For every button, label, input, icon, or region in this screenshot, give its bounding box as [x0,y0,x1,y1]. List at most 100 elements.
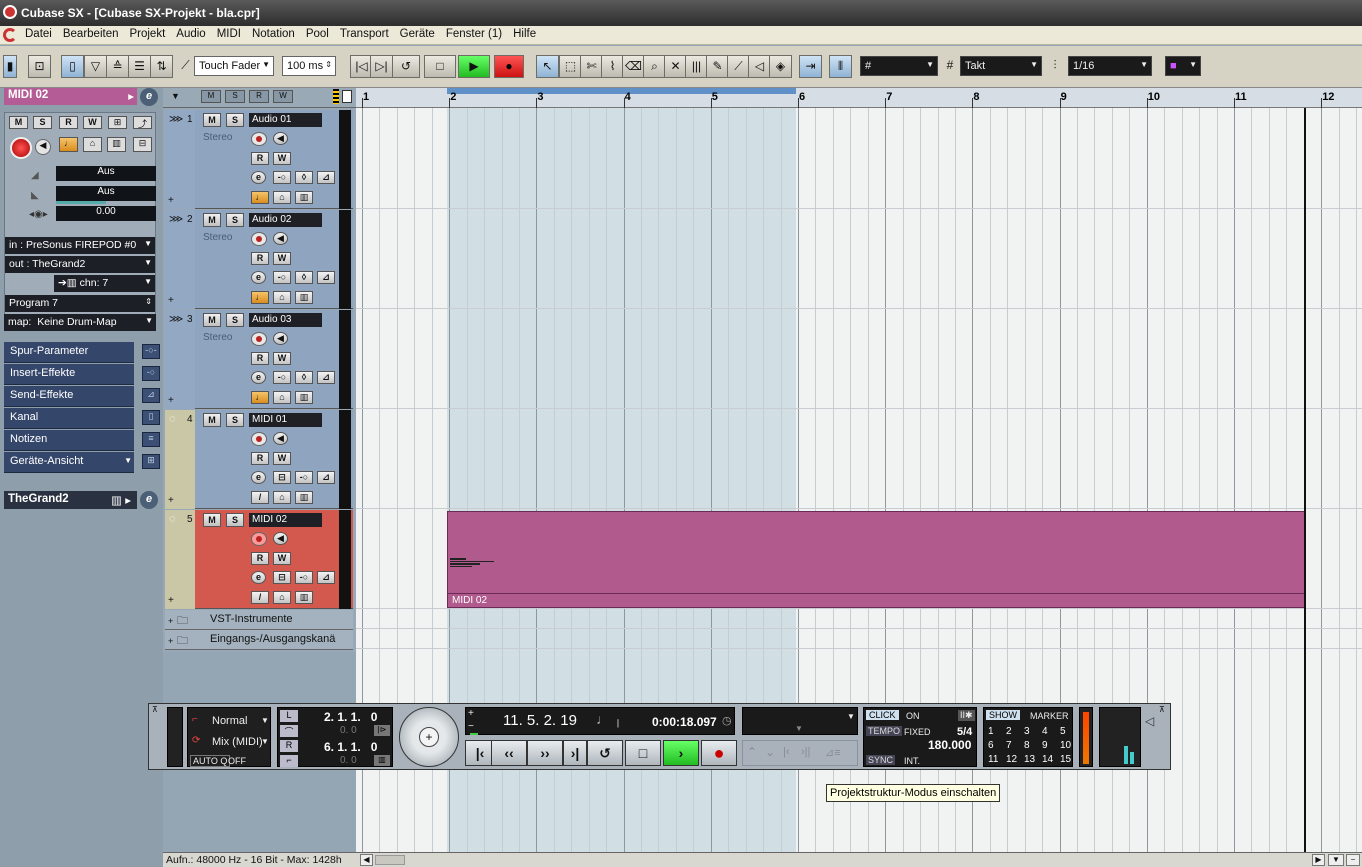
global-write-icon[interactable]: W [273,90,293,103]
prev-marker-icon[interactable]: |‹ [783,746,790,758]
send-icon[interactable]: ⊿ [317,371,335,384]
mute-tool-icon[interactable]: ✕ [664,55,687,78]
marker-locate-button[interactable]: 9 [1042,740,1048,751]
monitor-icon[interactable]: ◀ [273,132,288,145]
snap-mode-select[interactable]: # ▼ [860,56,938,76]
read-button[interactable]: R [251,552,269,565]
drum-stick-icon[interactable]: / [251,491,269,504]
scroll-right-icon[interactable]: ▶ [1312,854,1325,866]
track-audio-02[interactable]: ⋙ 2 M S Audio 02 Stereo ◀ R W e -○ ◊ ⊿ ♩… [165,210,353,309]
inspector-solo-button[interactable]: S [33,116,52,129]
tracklist-menu-icon[interactable]: ▼ [171,91,180,101]
goto-end-button[interactable]: ▷| [370,55,393,78]
section-send-effekte[interactable]: Send-Effekte ⊿ [4,386,160,407]
lock-icon[interactable]: ⌂ [273,591,291,604]
edit-icon[interactable]: e [251,371,266,384]
tempo-button[interactable]: TEMPO [866,726,903,736]
minus-icon[interactable]: − [468,721,474,732]
instrument-edit-icon[interactable]: e [140,491,158,509]
edit-icon[interactable]: e [251,271,266,284]
timebase-icon[interactable]: ♩ [251,391,269,404]
zoom-tool-icon[interactable]: ⌕ [643,55,666,78]
monitor-icon[interactable]: ◀ [273,532,288,545]
plus-icon[interactable]: + [468,708,474,719]
inspector-lanes-icon[interactable]: ⤴ [133,116,152,129]
transport-menu-icon[interactable]: ⊼ [152,705,158,714]
section-geraete-ansicht[interactable]: Geräte-Ansicht ▼ ⊞ [4,452,160,473]
mute-button[interactable]: M [203,113,221,127]
transpose-icon[interactable]: ⊟ [273,471,291,484]
section-spur-parameter[interactable]: Spur-Parameter -○- [4,342,160,363]
eq-icon[interactable]: ◊ [295,271,313,284]
mute-button[interactable]: M [203,513,221,527]
send-icon[interactable]: ⊿ [317,471,335,484]
pan-control[interactable]: 0.00 [56,206,156,221]
mute-button[interactable]: M [203,413,221,427]
transpose-icon[interactable]: ⊟ [273,571,291,584]
write-button[interactable]: W [273,452,291,465]
send-icon[interactable]: ⊿ [317,571,335,584]
record-mode-select[interactable]: Normal [212,715,247,727]
track-name[interactable]: MIDI 01 [249,413,322,427]
solo-button[interactable]: S [226,513,244,527]
punch-out-button[interactable]: ▥ [374,755,390,766]
expand-icon[interactable]: + [168,595,174,606]
eq-icon[interactable]: ◊ [295,171,313,184]
instrument-section[interactable]: TheGrand2 ▥ ▸ [4,491,137,509]
cycle-button[interactable]: ↺ [587,740,623,766]
write-button[interactable]: W [273,152,291,165]
inspector-lock-icon[interactable]: ⌂ [83,137,102,152]
section-notizen[interactable]: Notizen ≡ [4,430,160,451]
track-audio-01[interactable]: ⋙ 1 M S Audio 01 Stereo ◀ R W e -○ ◊ ⊿ ♩… [165,110,353,209]
inspector-record-enable-button[interactable] [10,137,32,159]
insert-bypass-icon[interactable]: -○ [295,571,313,584]
right-locator-icon[interactable]: R [280,740,298,752]
object-select-tool-icon[interactable]: ↖ [536,55,559,78]
marker-locate-button[interactable]: 4 [1042,726,1048,737]
insert-bypass-icon[interactable]: -○ [273,371,291,384]
expand-icon[interactable]: + [168,636,173,646]
menu-fenster[interactable]: Fenster (1) [440,26,507,44]
eq-icon[interactable]: ◊ [295,371,313,384]
folder-eingangs-ausgangskanaele[interactable]: + 🗀 Eingangs-/Ausgangskanä [165,630,353,650]
nudge-up-icon[interactable]: ⌃ [747,745,757,759]
cycle-button[interactable]: ↺ [392,55,420,78]
marker-locate-button[interactable]: 15 [1060,754,1071,765]
track-audio-03[interactable]: ⋙ 3 M S Audio 03 Stereo ◀ R W e -○ ◊ ⊿ ♩… [165,310,353,409]
scroll-left-icon[interactable]: ◀ [360,854,373,866]
zoom-out-icon[interactable]: − [1346,854,1360,866]
midi-input-select[interactable]: in : PreSonus FIREPOD #0 ▼ [5,237,155,254]
draw-tool-icon[interactable]: ✎ [706,55,729,78]
monitor-icon[interactable]: ◀ [273,432,288,445]
inspector-mute-button[interactable]: M [9,116,28,129]
jog-wheel[interactable]: + [399,707,459,767]
record-button[interactable]: ● [494,55,524,78]
midi-output-select[interactable]: out : TheGrand2 ▼ [5,256,155,273]
drum-stick-icon[interactable]: / [251,591,269,604]
next-marker-icon[interactable]: ›|| [801,746,810,758]
marker-locate-button[interactable]: 1 [988,726,994,737]
read-button[interactable]: R [251,452,269,465]
read-button[interactable]: R [251,252,269,265]
section-insert-effekte[interactable]: Insert-Effekte -○ [4,364,160,385]
marker-locate-button[interactable]: 5 [1060,726,1066,737]
time-warp-tool-icon[interactable]: ||| [685,55,708,78]
punch-in-button[interactable]: |⊳ [374,725,390,736]
show-pool-icon[interactable]: ☰ [128,55,151,78]
time-display[interactable]: 0:00:18.097 [652,715,717,729]
preroll-field[interactable]: 100 ms ⇕ [282,56,336,76]
inspector-read-button[interactable]: R [59,116,78,129]
lanes-icon[interactable]: ▥ [295,391,313,404]
track-zoom-icon[interactable] [342,90,352,103]
inspector-editor-icon[interactable]: ⊞ [108,116,127,129]
read-button[interactable]: R [251,152,269,165]
expand-icon[interactable]: + [168,495,174,506]
bars-beats-display[interactable]: 11. 5. 2. 19 [503,712,577,729]
punch-out-icon[interactable]: ⌐ [280,755,298,767]
window-layout-button[interactable]: ⊡ [28,55,51,78]
stop-button[interactable]: □ [424,55,456,78]
menu-datei[interactable]: Datei [19,26,57,44]
program-select[interactable]: Program 7 ⇕ [5,295,155,312]
lanes-icon[interactable]: ▥ [295,591,313,604]
track-name[interactable]: MIDI 02 [249,513,322,527]
